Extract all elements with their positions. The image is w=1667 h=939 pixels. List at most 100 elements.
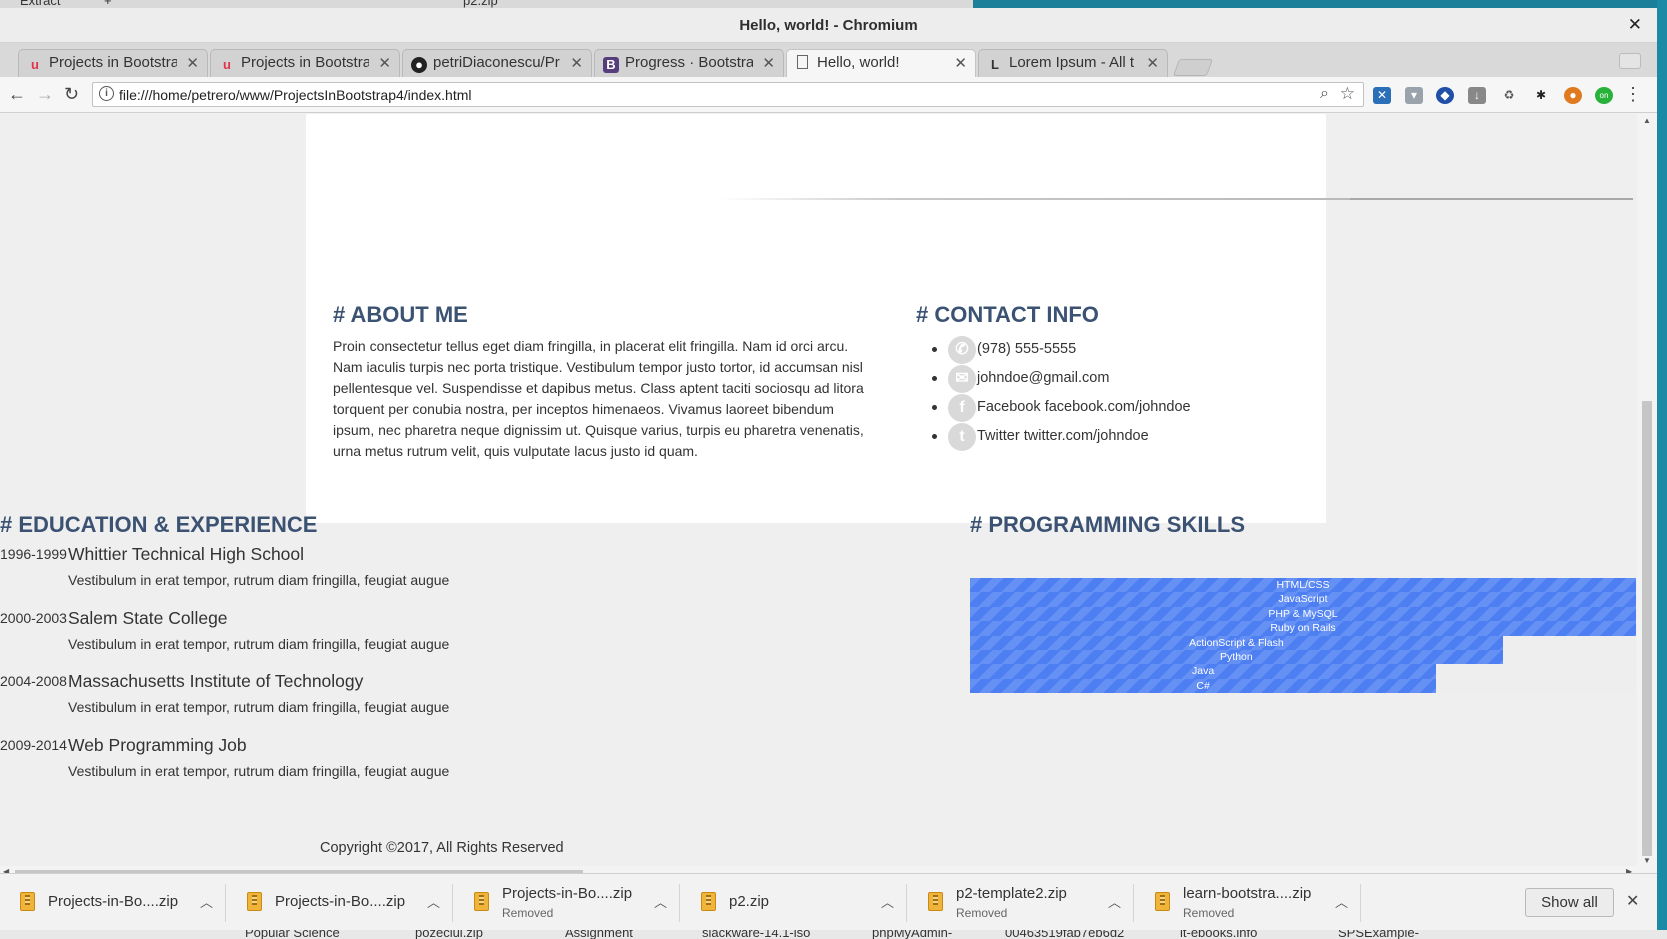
chevron-up-icon[interactable]: ︿ bbox=[1335, 892, 1348, 911]
about-text: Proin consectetur tellus eget diam fring… bbox=[333, 338, 864, 459]
download-item[interactable]: p2.zip ︿ bbox=[681, 884, 907, 922]
browser-window: Hello, world! - Chromium ✕ u Projects in … bbox=[0, 8, 1657, 930]
close-shelf-icon[interactable]: ✕ bbox=[1626, 891, 1639, 911]
education-heading: # EDUCATION & EXPERIENCE bbox=[0, 512, 318, 537]
zip-file-icon bbox=[247, 892, 262, 911]
download-item[interactable]: p2-template2.zip Removed ︿ bbox=[908, 884, 1134, 922]
forward-icon[interactable]: → bbox=[36, 84, 54, 105]
extension-fox-icon[interactable]: ● bbox=[1564, 87, 1582, 104]
education-school: Massachusetts Institute of Technology bbox=[68, 671, 364, 691]
lorem-icon: L bbox=[991, 57, 999, 72]
scroll-up-icon[interactable]: ▲ bbox=[1643, 116, 1651, 125]
address-bar[interactable]: i file:///home/petrero/www/ProjectsInBoo… bbox=[92, 82, 1364, 107]
contact-list: ✆ (978) 555-5555 ✉ johndoe@gmail.com f Face… bbox=[915, 336, 1191, 452]
skill-bar: Java bbox=[970, 664, 1636, 679]
tab-close-icon[interactable]: ✕ bbox=[378, 54, 391, 72]
menu-icon[interactable]: ⋮ bbox=[1624, 84, 1642, 105]
zip-file-icon bbox=[928, 892, 943, 911]
tab-projects-1[interactable]: u Projects in Bootstra ✕ bbox=[18, 49, 208, 77]
background-file: pozeclui.zip bbox=[415, 930, 483, 939]
education-desc: Vestibulum in erat tempor, rutrum diam f… bbox=[68, 572, 450, 588]
skill-bar: JavaScript bbox=[970, 592, 1636, 607]
chevron-up-icon[interactable]: ︿ bbox=[654, 892, 667, 911]
download-status: Removed bbox=[502, 906, 554, 920]
reload-icon[interactable]: ↻ bbox=[64, 84, 79, 105]
profile-icon[interactable] bbox=[1619, 53, 1641, 69]
contact-item-twitter: t Twitter twitter.com/johndoe bbox=[915, 423, 1191, 452]
page-icon bbox=[797, 55, 808, 69]
tab-close-icon[interactable]: ✕ bbox=[570, 54, 583, 72]
skill-label: Python bbox=[1220, 650, 1253, 663]
download-item[interactable]: Projects-in-Bo....zip Removed ︿ bbox=[454, 884, 680, 922]
contact-item-email: ✉ johndoe@gmail.com bbox=[915, 365, 1191, 394]
chevron-up-icon[interactable]: ︿ bbox=[881, 892, 894, 911]
download-item[interactable]: Projects-in-Bo....zip ︿ bbox=[0, 884, 226, 922]
education-years: 1996-1999 bbox=[0, 546, 67, 562]
skill-bar: HTML/CSS bbox=[970, 578, 1636, 593]
show-all-button[interactable]: Show all bbox=[1525, 888, 1614, 917]
phone-icon[interactable]: ✆ bbox=[948, 336, 976, 364]
extension-recycle-icon[interactable]: ♻ bbox=[1500, 87, 1518, 104]
toolbar: ← → ↻ i file:///home/petrero/www/Project… bbox=[0, 77, 1657, 113]
tab-projects-2[interactable]: u Projects in Bootstra ✕ bbox=[210, 49, 400, 77]
background-file-list: Popular Science pozeclui.zip Assignment … bbox=[0, 930, 1667, 939]
twitter-icon[interactable]: t bbox=[948, 423, 976, 451]
tab-close-icon[interactable]: ✕ bbox=[186, 54, 199, 72]
page-viewport: # ABOUT ME Proin consectetur tellus eget… bbox=[0, 114, 1657, 872]
background-file: SPSExample- bbox=[1338, 930, 1419, 939]
education-school: Whittier Technical High School bbox=[68, 544, 305, 564]
skill-label: PHP & MySQL bbox=[1268, 607, 1338, 620]
contact-heading: # CONTACT INFO bbox=[916, 302, 1099, 327]
extension-translate-icon[interactable]: ✕ bbox=[1373, 87, 1391, 104]
url-text[interactable]: file:///home/petrero/www/ProjectsInBoots… bbox=[119, 87, 472, 103]
background-desktop-right bbox=[973, 0, 1667, 8]
download-item[interactable]: learn-bootstra....zip Removed ︿ bbox=[1135, 884, 1361, 922]
education-years: 2004-2008 bbox=[0, 673, 67, 689]
download-item[interactable]: Projects-in-Bo....zip ︿ bbox=[227, 884, 453, 922]
extension-download-icon[interactable]: ↓ bbox=[1468, 87, 1486, 104]
education-desc: Vestibulum in erat tempor, rutrum diam f… bbox=[68, 636, 450, 652]
zip-file-icon bbox=[20, 892, 35, 911]
info-icon[interactable]: i bbox=[99, 86, 114, 101]
tab-bootstrap-progress[interactable]: B Progress · Bootstra ✕ bbox=[594, 49, 784, 77]
background-file: slackware-14.1-iso bbox=[702, 930, 811, 939]
extension-on-icon[interactable]: on bbox=[1595, 87, 1613, 104]
chevron-up-icon[interactable]: ︿ bbox=[1108, 892, 1121, 911]
skill-label: Java bbox=[1192, 665, 1215, 678]
chevron-up-icon[interactable]: ︿ bbox=[200, 892, 213, 911]
chevron-up-icon[interactable]: ︿ bbox=[427, 892, 440, 911]
vertical-scroll-thumb[interactable] bbox=[1642, 401, 1652, 856]
udemy-icon: u bbox=[31, 57, 39, 72]
new-tab-button[interactable] bbox=[1172, 59, 1214, 76]
window-close-icon[interactable]: ✕ bbox=[1628, 15, 1642, 35]
zip-file-icon bbox=[1155, 892, 1170, 911]
zoom-icon[interactable]: ⌕ bbox=[1320, 85, 1329, 103]
skill-bar: PHP & MySQL bbox=[970, 606, 1636, 622]
skill-bar: Ruby on Rails bbox=[970, 621, 1636, 636]
extension-bird-icon[interactable]: ◆ bbox=[1436, 87, 1454, 104]
scroll-down-icon[interactable]: ▼ bbox=[1643, 856, 1651, 865]
tab-github[interactable]: ● petriDiaconescu/Pr ✕ bbox=[402, 49, 592, 77]
tab-lorem-ipsum[interactable]: L Lorem Ipsum - All t ✕ bbox=[978, 49, 1168, 77]
skill-label: C# bbox=[1196, 679, 1210, 692]
bootstrap-icon: B bbox=[603, 57, 619, 73]
tab-hello-world[interactable]: Hello, world! ✕ bbox=[786, 49, 976, 77]
tab-close-icon[interactable]: ✕ bbox=[954, 54, 967, 72]
vertical-scrollbar[interactable]: ▲ ▼ bbox=[1637, 114, 1657, 872]
background-file: Assignment bbox=[565, 930, 633, 939]
email-icon[interactable]: ✉ bbox=[948, 365, 976, 393]
education-school: Web Programming Job bbox=[68, 735, 247, 755]
background-file: Popular Science bbox=[245, 930, 340, 939]
facebook-icon[interactable]: f bbox=[948, 394, 976, 422]
tab-close-icon[interactable]: ✕ bbox=[1146, 54, 1159, 72]
back-icon[interactable]: ← bbox=[8, 84, 26, 105]
background-file: it-ebooks.info bbox=[1180, 930, 1258, 939]
extension-paw-icon[interactable]: ✱ bbox=[1532, 87, 1550, 104]
download-status: Removed bbox=[1183, 906, 1235, 920]
bookmark-star-icon[interactable]: ☆ bbox=[1340, 84, 1355, 104]
skill-label: Ruby on Rails bbox=[1270, 622, 1336, 635]
tab-close-icon[interactable]: ✕ bbox=[762, 54, 775, 72]
extension-shield-icon[interactable]: ▾ bbox=[1405, 87, 1423, 104]
skill-bar: ActionScript & Flash bbox=[970, 635, 1636, 650]
download-status: Removed bbox=[956, 906, 1008, 920]
